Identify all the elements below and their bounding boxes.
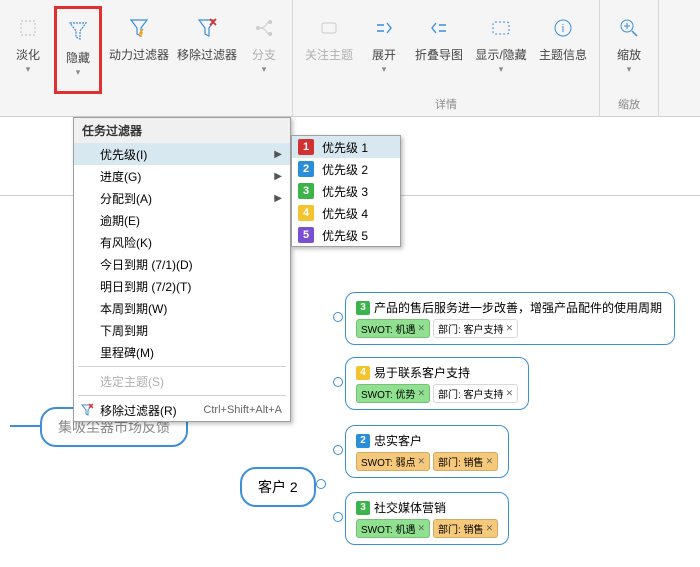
- collapse-nav-button[interactable]: 折叠导图: [411, 6, 467, 94]
- node-title: 社交媒体营销: [374, 499, 446, 516]
- priority-badge: 3: [356, 301, 370, 315]
- zoom-button[interactable]: 缩放▾: [608, 6, 650, 94]
- connector-dot: [333, 312, 343, 322]
- expand-button[interactable]: 展开▾: [363, 6, 405, 94]
- tag-row: SWOT: 弱点✕部门: 销售✕: [356, 452, 498, 471]
- submenu-item-p4[interactable]: 4优先级 4: [292, 202, 400, 224]
- tag[interactable]: 部门: 客户支持✕: [433, 384, 518, 403]
- tag[interactable]: SWOT: 机遇✕: [356, 519, 430, 538]
- menu-item-remove-filter[interactable]: 移除过滤器(R)Ctrl+Shift+Alt+A: [74, 399, 290, 421]
- mindmap-node[interactable]: 4 易于联系客户支持 SWOT: 优势✕部门: 客户支持✕: [345, 357, 529, 410]
- tag-row: SWOT: 机遇✕部门: 销售✕: [356, 519, 498, 538]
- show-hide-button[interactable]: 显示/隐藏▾: [473, 6, 529, 94]
- hide-button[interactable]: 隐藏▾: [54, 6, 102, 94]
- focus-topic-button[interactable]: 关注主题: [301, 6, 357, 94]
- expand-icon: [368, 12, 400, 44]
- tag[interactable]: SWOT: 弱点✕: [356, 452, 430, 471]
- menu-item-milestone[interactable]: 里程碑(M): [74, 341, 290, 363]
- menu-item-assigned[interactable]: 分配到(A)▶: [74, 187, 290, 209]
- node-title: 易于联系客户支持: [374, 364, 470, 381]
- focus-icon: [313, 12, 345, 44]
- menu-item-selected-topic: 选定主题(S): [74, 370, 290, 392]
- zoom-icon: [613, 12, 645, 44]
- menu-separator: [78, 395, 286, 396]
- group-label-detail: 详情: [301, 94, 591, 114]
- submenu-item-p3[interactable]: 3优先级 3: [292, 180, 400, 202]
- connector-dot: [333, 445, 343, 455]
- funnel-x-icon: [191, 12, 223, 44]
- connector-dot: [316, 479, 326, 489]
- funnel-bolt-icon: [123, 12, 155, 44]
- menu-item-due-next-week[interactable]: 下周到期: [74, 319, 290, 341]
- tag[interactable]: 部门: 销售✕: [433, 519, 498, 538]
- branch-button[interactable]: 分支▾: [244, 6, 284, 94]
- fade-icon: [12, 12, 44, 44]
- menu-item-progress[interactable]: 进度(G)▶: [74, 165, 290, 187]
- menu-item-overdue[interactable]: 逾期(E): [74, 209, 290, 231]
- tag-row: SWOT: 优势✕部门: 客户支持✕: [356, 384, 518, 403]
- branch-icon: [248, 12, 280, 44]
- show-hide-icon: [485, 12, 517, 44]
- mindmap-node[interactable]: 3 产品的售后服务进一步改善，增强产品配件的使用周期 SWOT: 机遇✕部门: 客…: [345, 292, 675, 345]
- funnel-icon: [62, 15, 94, 47]
- node-title: 忠实客户: [374, 432, 422, 449]
- tag[interactable]: SWOT: 机遇✕: [356, 319, 430, 338]
- connector-dot: [333, 377, 343, 387]
- group-label-zoom: 缩放: [608, 94, 650, 114]
- priority-badge: 2: [356, 434, 370, 448]
- priority-badge: 4: [356, 366, 370, 380]
- info-icon: i: [547, 12, 579, 44]
- ribbon: 淡化▾ 隐藏▾ 动力过滤器 移除过滤器 分支▾: [0, 0, 700, 117]
- mindmap-node[interactable]: 2 忠实客户 SWOT: 弱点✕部门: 销售✕: [345, 425, 509, 478]
- tag[interactable]: SWOT: 优势✕: [356, 384, 430, 403]
- priority-badge: 3: [356, 501, 370, 515]
- menu-item-due-week[interactable]: 本周到期(W): [74, 297, 290, 319]
- task-filter-menu: 任务过滤器 优先级(I)▶ 进度(G)▶ 分配到(A)▶ 逾期(E) 有风险(K…: [73, 117, 291, 422]
- menu-item-risk[interactable]: 有风险(K): [74, 231, 290, 253]
- topic-info-button[interactable]: i 主题信息: [535, 6, 591, 94]
- node-title: 产品的售后服务进一步改善，增强产品配件的使用周期: [374, 299, 662, 316]
- connector: [10, 425, 40, 427]
- svg-text:i: i: [562, 23, 564, 35]
- submenu-item-p1[interactable]: 1优先级 1: [292, 136, 400, 158]
- menu-item-due-tomorrow[interactable]: 明日到期 (7/2)(T): [74, 275, 290, 297]
- fade-button[interactable]: 淡化▾: [8, 6, 48, 94]
- tag[interactable]: 部门: 销售✕: [433, 452, 498, 471]
- tag[interactable]: 部门: 客户支持✕: [433, 319, 518, 338]
- connector-dot: [333, 512, 343, 522]
- priority-submenu: 1优先级 1 2优先级 2 3优先级 3 4优先级 4 5优先级 5: [291, 135, 401, 247]
- customer2-node[interactable]: 客户 2: [240, 467, 316, 507]
- menu-item-priority[interactable]: 优先级(I)▶: [74, 143, 290, 165]
- ribbon-group-detail: 关注主题 展开▾ 折叠导图 显示/隐藏▾ i 主题信息 详情: [293, 0, 600, 116]
- collapse-icon: [423, 12, 455, 44]
- customer2-label: 客户 2: [258, 479, 298, 495]
- menu-item-due-today[interactable]: 今日到期 (7/1)(D): [74, 253, 290, 275]
- menu-title: 任务过滤器: [74, 118, 290, 143]
- submenu-item-p2[interactable]: 2优先级 2: [292, 158, 400, 180]
- remove-filter-button[interactable]: 移除过滤器: [176, 6, 238, 94]
- mindmap-node[interactable]: 3 社交媒体营销 SWOT: 机遇✕部门: 销售✕: [345, 492, 509, 545]
- ribbon-group-zoom: 缩放▾ 缩放: [600, 0, 659, 116]
- funnel-x-icon: [79, 402, 95, 418]
- power-filter-button[interactable]: 动力过滤器: [108, 6, 170, 94]
- submenu-item-p5[interactable]: 5优先级 5: [292, 224, 400, 246]
- menu-separator: [78, 366, 286, 367]
- ribbon-group-filter: 淡化▾ 隐藏▾ 动力过滤器 移除过滤器 分支▾: [0, 0, 293, 116]
- tag-row: SWOT: 机遇✕部门: 客户支持✕: [356, 319, 664, 338]
